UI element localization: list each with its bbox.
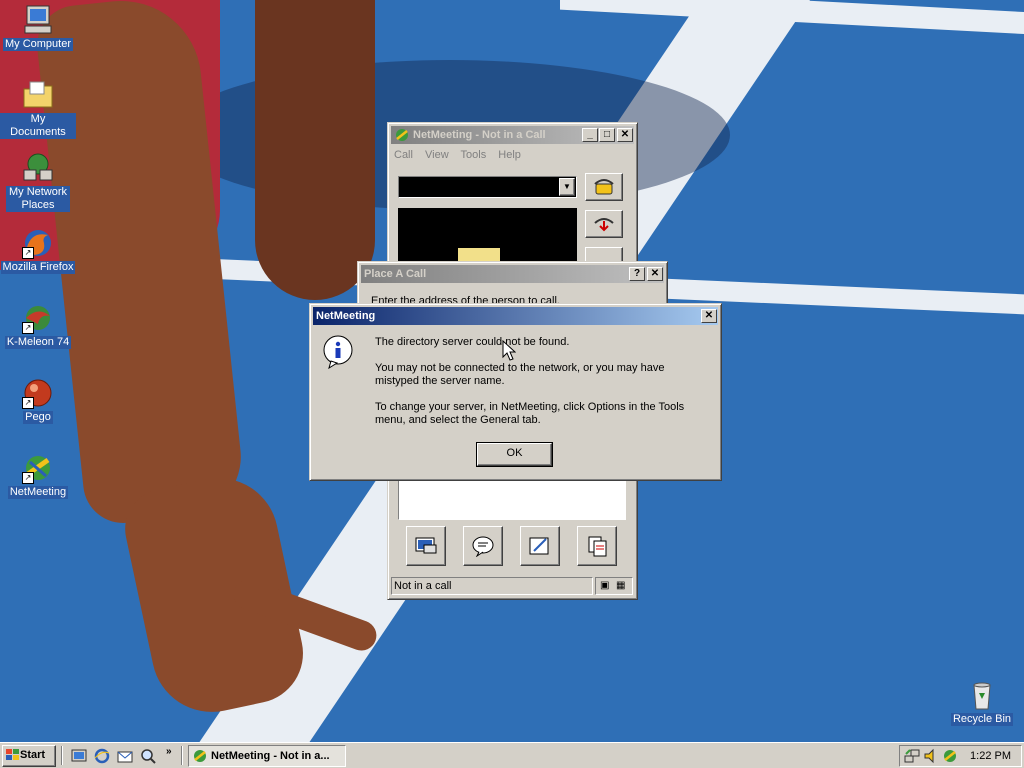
dialog-title: Place A Call (364, 268, 427, 280)
desktop-icon-my-network-places[interactable]: My Network Places (0, 152, 76, 212)
wallpaper-leg (255, 0, 375, 300)
share-screen-icon (415, 537, 437, 554)
volume-tray-icon[interactable] (923, 748, 939, 764)
desktop-icon-label: My Documents (0, 113, 76, 139)
ok-button[interactable]: OK (476, 442, 553, 467)
desktop: My Computer My Documents My Network Plac… (0, 0, 1024, 742)
desktop-icon-k-meleon[interactable]: ↗ K-Meleon 74 (0, 302, 76, 349)
close-button[interactable]: ✕ (647, 267, 663, 281)
status-icons: ▣ ▦ (595, 577, 633, 595)
network-tray-icon[interactable] (904, 748, 920, 764)
desktop-icon-label: Mozilla Firefox (0, 261, 76, 274)
start-button[interactable]: Start (2, 745, 56, 767)
maximize-button[interactable]: □ (599, 128, 615, 142)
taskbar-item-netmeeting[interactable]: NetMeeting - Not in a... (188, 745, 346, 767)
desktop-icon-label: My Computer (2, 38, 74, 51)
participant-list[interactable] (398, 478, 626, 520)
internet-explorer-icon[interactable] (94, 748, 110, 764)
status-bar: Not in a call (391, 577, 593, 595)
close-button[interactable]: ✕ (701, 309, 717, 323)
place-call-button[interactable] (585, 173, 623, 201)
message-titlebar[interactable]: NetMeeting ✕ (313, 307, 718, 325)
netmeeting-app-icon (192, 749, 208, 763)
netmeeting-app-icon (394, 128, 410, 142)
system-tray: 1:22 PM (899, 745, 1022, 767)
message-body: The directory server could not be found.… (375, 336, 715, 427)
place-call-titlebar[interactable]: Place A Call ? ✕ (361, 265, 664, 283)
desktop-icon-recycle-bin[interactable]: Recycle Bin (944, 679, 1020, 726)
whiteboard-button[interactable] (520, 526, 560, 566)
ok-label: OK (506, 447, 523, 459)
menu-view[interactable]: View (425, 149, 449, 161)
chat-icon (472, 536, 494, 558)
show-desktop-icon[interactable] (71, 748, 87, 764)
info-icon (322, 335, 356, 370)
message-line-2: You may not be connected to the network,… (375, 362, 665, 387)
taskbar-separator (61, 746, 63, 765)
message-line-3: To change your server, in NetMeeting, cl… (375, 401, 685, 426)
chevron-down-icon[interactable]: ▼ (559, 178, 575, 196)
desktop-icon-label: NetMeeting (7, 486, 69, 499)
address-combobox[interactable]: ▼ (398, 176, 577, 198)
clock[interactable]: 1:22 PM (970, 749, 1011, 763)
netmeeting-tray-icon[interactable] (942, 748, 958, 764)
file-transfer-button[interactable] (577, 526, 617, 566)
pego-icon: ↗ (22, 377, 54, 409)
minimize-button[interactable]: _ (582, 128, 598, 142)
desktop-icon-my-computer[interactable]: My Computer (0, 4, 76, 51)
mouse-cursor-icon (502, 340, 516, 361)
close-button[interactable]: ✕ (617, 128, 633, 142)
my-computer-icon (22, 4, 54, 36)
window-title: NetMeeting - Not in a Call (413, 129, 546, 141)
taskbar-separator (181, 746, 183, 765)
quicklaunch-overflow-icon[interactable]: » (166, 746, 172, 757)
menu-tools[interactable]: Tools (461, 149, 487, 161)
desktop-icon-netmeeting[interactable]: ↗ NetMeeting (0, 452, 76, 499)
file-transfer-icon (588, 536, 607, 557)
phone-icon (594, 179, 614, 195)
desktop-icon-pego[interactable]: ↗ Pego (0, 377, 76, 424)
shortcut-arrow-icon: ↗ (22, 247, 34, 259)
message-line-1: The directory server could not be found. (375, 336, 570, 348)
shortcut-arrow-icon: ↗ (22, 472, 34, 484)
kmeleon-icon: ↗ (22, 302, 54, 334)
recycle-bin-icon (966, 679, 998, 711)
chat-button[interactable] (463, 526, 503, 566)
desktop-icon-label: K-Meleon 74 (4, 336, 72, 349)
dialog-title: NetMeeting (316, 310, 376, 322)
share-program-button[interactable] (406, 526, 446, 566)
menu-help[interactable]: Help (498, 149, 521, 161)
shortcut-arrow-icon: ↗ (22, 397, 34, 409)
netmeeting-icon: ↗ (22, 452, 54, 484)
network-places-icon (22, 152, 54, 184)
taskbar: Start » NetMeeting - Not in a... 1:22 PM (0, 742, 1024, 768)
start-label: Start (20, 749, 46, 761)
hang-up-icon (594, 218, 614, 232)
desktop-icon-my-documents[interactable]: My Documents (0, 79, 76, 139)
menu-bar: Call View Tools Help (394, 147, 521, 163)
menu-call[interactable]: Call (394, 149, 413, 161)
netmeeting-titlebar[interactable]: NetMeeting - Not in a Call _ □ ✕ (391, 126, 634, 144)
desktop-icon-mozilla-firefox[interactable]: ↗ Mozilla Firefox (0, 227, 76, 274)
taskbar-item-label: NetMeeting - Not in a... (211, 750, 330, 762)
outlook-express-icon[interactable] (117, 748, 133, 764)
video-area (398, 208, 577, 264)
folder-documents-icon (22, 79, 54, 111)
message-dialog: NetMeeting ✕ The directory server could … (309, 303, 722, 481)
firefox-icon: ↗ (22, 227, 54, 259)
windows-logo-icon (6, 749, 20, 761)
whiteboard-icon (529, 537, 549, 555)
shortcut-arrow-icon: ↗ (22, 322, 34, 334)
help-button[interactable]: ? (629, 267, 645, 281)
users-status-icon: ▦ (616, 580, 626, 591)
end-call-button[interactable] (585, 210, 623, 238)
desktop-icon-label: Recycle Bin (950, 713, 1014, 726)
network-status-icon: ▣ (600, 580, 610, 591)
desktop-icon-label: My Network Places (6, 186, 70, 212)
desktop-icon-label: Pego (23, 411, 53, 424)
status-text: Not in a call (394, 580, 452, 592)
search-icon[interactable] (140, 748, 156, 764)
